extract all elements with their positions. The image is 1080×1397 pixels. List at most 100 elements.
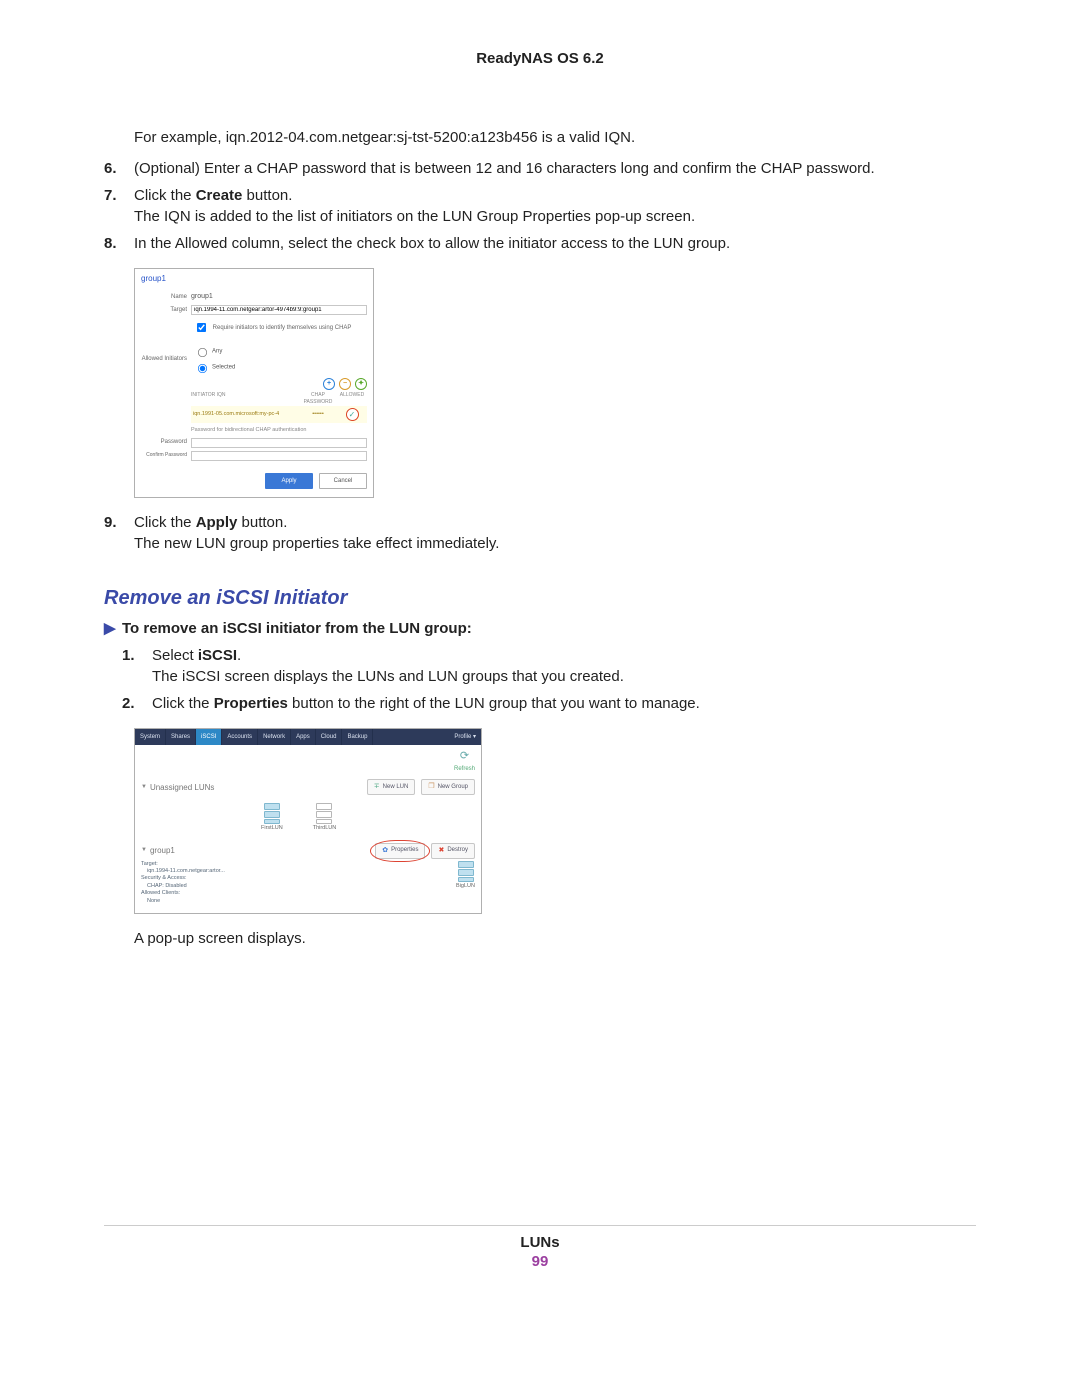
tab-apps[interactable]: Apps xyxy=(291,729,316,745)
page-header-title: ReadyNAS OS 6.2 xyxy=(104,50,976,67)
lun-item-third[interactable]: ThirdLUN xyxy=(313,801,337,833)
step-b2-line1a: Click the xyxy=(152,695,214,712)
tab-backup[interactable]: Backup xyxy=(342,729,373,745)
tab-network[interactable]: Network xyxy=(258,729,291,745)
step-6-num: 6. xyxy=(104,158,117,179)
footer-section-label: LUNs xyxy=(0,1234,1080,1251)
allowed-checkbox-circled[interactable]: ✓ xyxy=(346,408,359,421)
step-9-apply-word: Apply xyxy=(196,514,238,531)
step-9-line2: The new LUN group properties take effect… xyxy=(134,535,499,552)
ss1-radio-any[interactable] xyxy=(198,348,207,357)
disk-icon xyxy=(457,859,475,881)
destroy-label: Destroy xyxy=(447,846,468,854)
lun-third-label: ThirdLUN xyxy=(313,825,337,833)
destroy-button[interactable]: ✖Destroy xyxy=(431,843,475,859)
ss1-col-pwd: CHAP PASSWORD xyxy=(299,392,337,406)
step-b1-line2: The iSCSI screen displays the LUNs and L… xyxy=(152,668,624,685)
tab-cloud[interactable]: Cloud xyxy=(316,729,343,745)
group-icon: ❒ xyxy=(428,782,434,792)
step-7-line1a: Click the xyxy=(134,187,196,204)
lun-big-label: BigLUN xyxy=(456,883,475,891)
new-group-label: New Group xyxy=(438,783,468,791)
check-icon: ✓ xyxy=(349,409,356,420)
step-b1-iscsi-word: iSCSI xyxy=(198,647,237,664)
step-8-num: 8. xyxy=(104,233,117,254)
step-9-line1c: button. xyxy=(237,514,287,531)
step-7-line2: The IQN is added to the list of initiato… xyxy=(134,208,695,225)
disk-icon xyxy=(263,801,281,823)
step-9-num: 9. xyxy=(104,512,117,533)
step-b1-line1a: Select xyxy=(152,647,198,664)
meta-security-val: CHAP: Disabled xyxy=(147,883,436,890)
step-6-text: (Optional) Enter a CHAP password that is… xyxy=(134,160,875,177)
tab-shares[interactable]: Shares xyxy=(166,729,196,745)
ss1-bidir-note: Password for bidirectional CHAP authenti… xyxy=(191,427,367,435)
ss1-initiator-row[interactable]: iqn.1991-05.com.microsoft:my-pc-4 ••••••… xyxy=(191,406,367,423)
page-footer: LUNs 99 xyxy=(0,1225,1080,1270)
ss1-col-allowed: ALLOWED xyxy=(337,392,367,406)
ss1-confirm-password-label: Confirm Password xyxy=(141,452,191,459)
collapse-icon[interactable]: ▼ xyxy=(141,783,147,791)
iscsi-screen-screenshot: System Shares iSCSI Accounts Network App… xyxy=(134,728,976,914)
properties-button[interactable]: ✿ Properties xyxy=(375,843,425,859)
properties-label: Properties xyxy=(391,846,418,854)
disk-icon xyxy=(315,801,333,823)
tab-profile[interactable]: Profile ▾ xyxy=(449,729,481,745)
step-6: 6. (Optional) Enter a CHAP password that… xyxy=(104,158,976,179)
step-7-create-word: Create xyxy=(196,187,243,204)
after-ss2-text: A pop-up screen displays. xyxy=(134,928,976,949)
ss1-allowed-label: Allowed Initiators xyxy=(141,355,191,363)
ss1-col-iqn: INITIATOR IQN xyxy=(191,392,299,406)
ss1-chap-checkbox[interactable] xyxy=(197,323,206,332)
new-group-button[interactable]: ❒ New Group xyxy=(421,779,475,795)
apply-button[interactable]: Apply xyxy=(265,473,313,489)
ss1-password-input[interactable] xyxy=(191,438,367,448)
ss1-name-label: Name xyxy=(141,293,191,301)
step-b1-line1c: . xyxy=(237,647,241,664)
ss1-password-label: Password xyxy=(141,438,191,446)
refresh-label: Refresh xyxy=(454,766,475,772)
ss1-radio-selected-label: Selected xyxy=(212,365,235,371)
unassigned-luns-heading: Unassigned LUNs xyxy=(150,782,361,793)
ss1-title: group1 xyxy=(141,273,367,284)
ss1-row-iqn: iqn.1991-05.com.microsoft:my-pc-4 xyxy=(191,411,299,419)
ss1-radio-selected[interactable] xyxy=(198,364,207,373)
gear-icon: ✿ xyxy=(382,846,388,856)
lun-item-big[interactable]: BigLUN xyxy=(456,859,475,891)
ss1-confirm-password-input[interactable] xyxy=(191,451,367,461)
step-b1-num: 1. xyxy=(122,645,135,666)
tab-accounts[interactable]: Accounts xyxy=(222,729,258,745)
tab-system[interactable]: System xyxy=(135,729,166,745)
lun-item-first[interactable]: FirstLUN xyxy=(261,801,283,833)
procedure-intro-text: To remove an iSCSI initiator from the LU… xyxy=(122,620,472,637)
plus-icon: ∓ xyxy=(374,782,380,792)
example-text: For example, iqn.2012-04.com.netgear:sj-… xyxy=(134,127,976,148)
cancel-button[interactable]: Cancel xyxy=(319,473,367,489)
collapse-icon[interactable]: ▼ xyxy=(141,846,147,854)
meta-target-key: Target: xyxy=(141,861,158,867)
tab-iscsi[interactable]: iSCSI xyxy=(196,729,222,745)
lun-group-properties-screenshot: group1 Name group1 Target Require initia… xyxy=(134,268,976,498)
ss1-name-value: group1 xyxy=(191,292,367,302)
step-7-num: 7. xyxy=(104,185,117,206)
delete-icon: ✖ xyxy=(438,846,444,856)
arrow-icon: ▶ xyxy=(104,618,116,639)
remove-initiator-icon[interactable]: − xyxy=(339,378,351,390)
settings-icon[interactable]: ✦ xyxy=(355,378,367,390)
step-8-text: In the Allowed column, select the check … xyxy=(134,235,730,252)
footer-page-number: 99 xyxy=(0,1253,1080,1270)
refresh-button[interactable]: ⟳ Refresh xyxy=(454,749,475,773)
ss1-target-input[interactable] xyxy=(191,305,367,315)
procedure-intro: ▶ To remove an iSCSI initiator from the … xyxy=(104,618,976,639)
ss1-target-label: Target xyxy=(141,306,191,314)
nav-tabs: System Shares iSCSI Accounts Network App… xyxy=(135,729,481,745)
step-9: 9. Click the Apply button. The new LUN g… xyxy=(104,512,976,554)
step-8: 8. In the Allowed column, select the che… xyxy=(104,233,976,254)
step-b2-num: 2. xyxy=(122,693,135,714)
add-initiator-icon[interactable]: + xyxy=(323,378,335,390)
lun-first-label: FirstLUN xyxy=(261,825,283,833)
new-lun-label: New LUN xyxy=(383,783,409,791)
new-lun-button[interactable]: ∓New LUN xyxy=(367,779,416,795)
step-b2-line1c: button to the right of the LUN group tha… xyxy=(288,695,700,712)
step-7: 7. Click the Create button. The IQN is a… xyxy=(104,185,976,227)
